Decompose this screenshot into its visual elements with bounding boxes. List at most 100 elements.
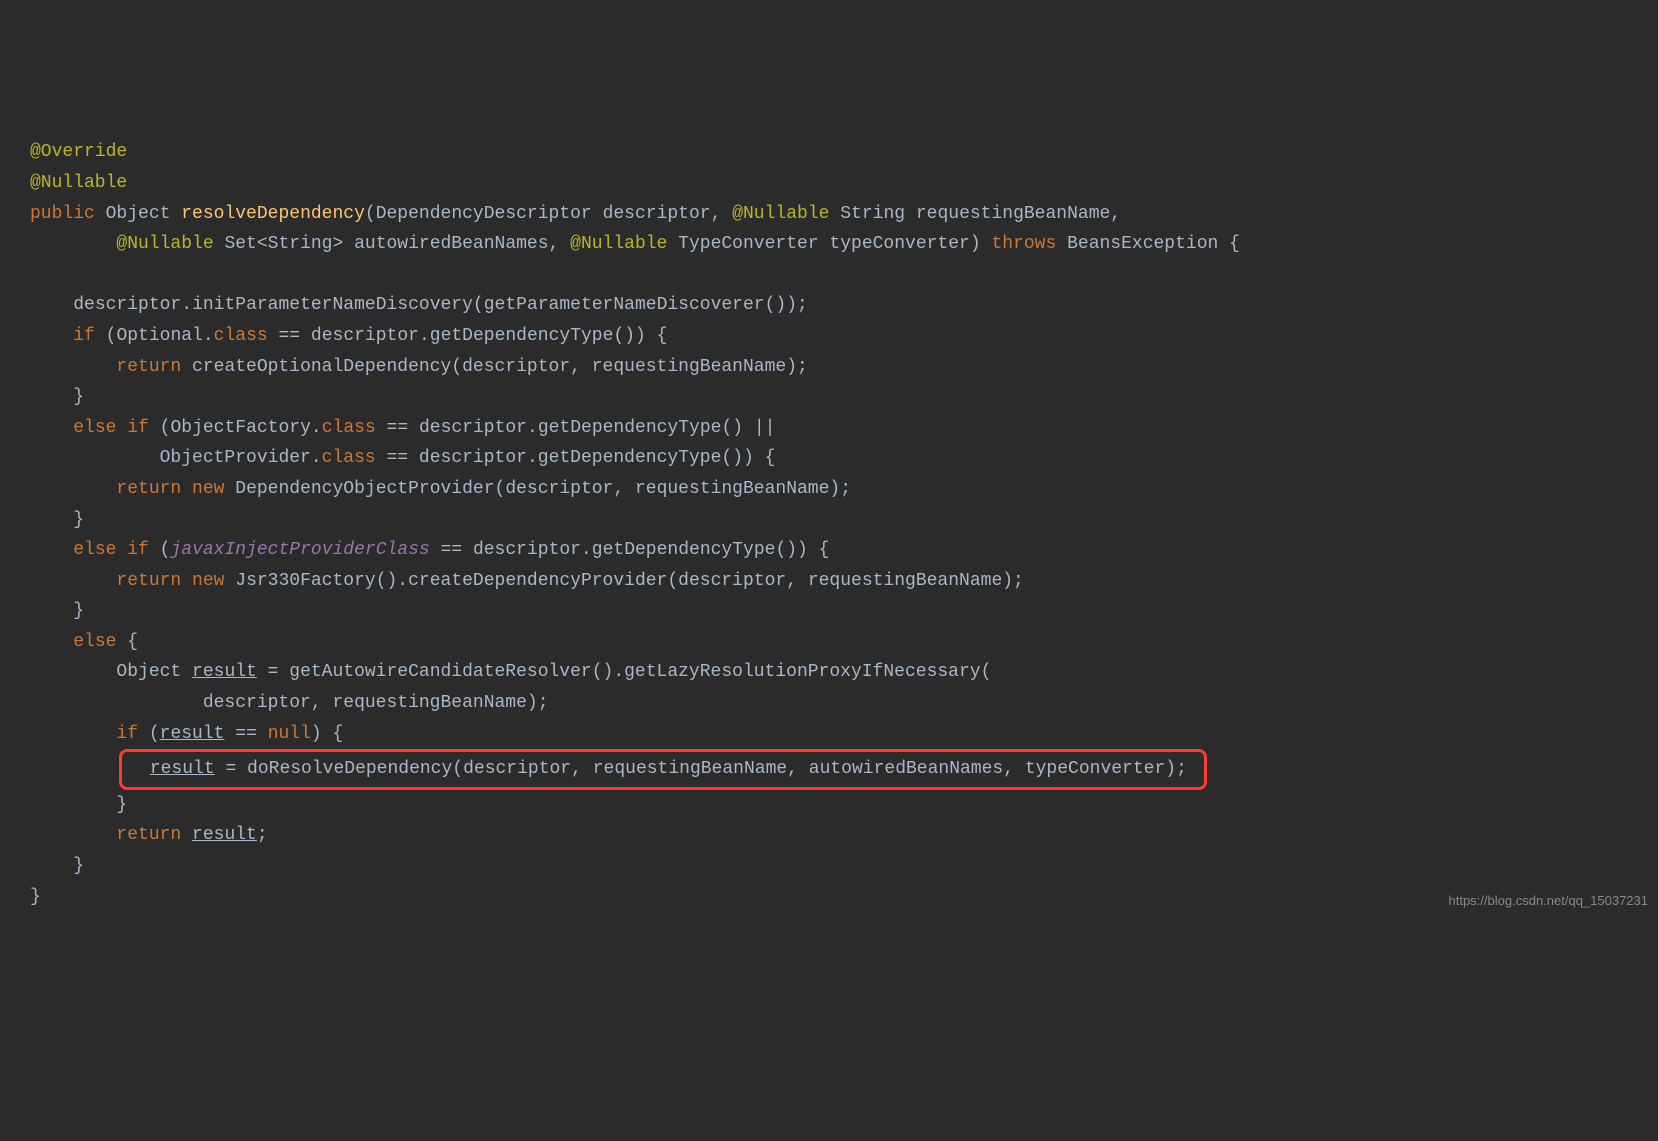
code-line: return new Jsr330Factory().createDepende… <box>30 566 1628 597</box>
var-reqbean: requestingBeanName <box>592 357 786 377</box>
var-descriptor: descriptor <box>462 357 570 377</box>
code-line: Object result = getAutowireCandidateReso… <box>30 657 1628 688</box>
code-line: else if (javaxInjectProviderClass == des… <box>30 535 1628 566</box>
type-depobjprov: DependencyObjectProvider <box>235 479 494 499</box>
var-descriptor: descriptor <box>419 448 527 468</box>
type-object: Object <box>116 662 181 682</box>
method-initparam: initParameterNameDiscovery <box>192 295 473 315</box>
var-reqbean: requestingBeanName <box>808 571 1002 591</box>
type-objprovider: ObjectProvider <box>160 448 311 468</box>
code-line: ObjectProvider.class == descriptor.getDe… <box>30 443 1628 474</box>
var-descriptor: descriptor <box>73 295 181 315</box>
var-descriptor: descriptor <box>419 418 527 438</box>
method-createoptdep: createOptionalDependency <box>192 357 451 377</box>
kw-else: else <box>73 418 116 438</box>
code-line: } <box>30 382 1628 413</box>
param-autowired: autowiredBeanNames <box>354 234 548 254</box>
code-line: return new DependencyObjectProvider(desc… <box>30 474 1628 505</box>
var-result: result <box>192 825 257 845</box>
annotation-nullable: @Nullable <box>30 173 127 193</box>
code-line: if (result == null) { <box>30 719 1628 750</box>
param-typeconv: typeConverter <box>829 234 969 254</box>
kw-public: public <box>30 204 95 224</box>
kw-class: class <box>214 326 268 346</box>
var-result: result <box>160 724 225 744</box>
code-line: } <box>30 882 1628 913</box>
var-descriptor: descriptor <box>678 571 786 591</box>
kw-class: class <box>322 448 376 468</box>
kw-new: new <box>192 479 224 499</box>
method-getdeptype: getDependencyType <box>538 448 722 468</box>
code-line: descriptor, requestingBeanName); <box>30 688 1628 719</box>
op-eq: == <box>387 448 409 468</box>
kw-if: if <box>116 724 138 744</box>
type-string: String <box>268 234 333 254</box>
op-eq: == <box>441 540 463 560</box>
code-line: } <box>30 790 1628 821</box>
annotation-nullable: @Nullable <box>732 204 829 224</box>
var-reqbean: requestingBeanName <box>635 479 829 499</box>
kw-null: null <box>268 724 311 744</box>
method-createdepprov: createDependencyProvider <box>408 571 667 591</box>
var-typeconv: typeConverter <box>1025 759 1165 779</box>
kw-if: if <box>127 418 149 438</box>
highlighted-line: result = doResolveDependency(descriptor,… <box>119 749 1206 790</box>
code-viewer: @Override@Nullablepublic Object resolveD… <box>30 137 1628 912</box>
var-descriptor: descriptor <box>505 479 613 499</box>
var-descriptor: descriptor <box>463 759 571 779</box>
kw-return: return <box>116 825 181 845</box>
type-optional: Optional <box>116 326 202 346</box>
watermark: https://blog.csdn.net/qq_15037231 <box>1449 890 1649 912</box>
method-getlazy: getLazyResolutionProxyIfNecessary <box>624 662 980 682</box>
var-reqbean: requestingBeanName <box>593 759 787 779</box>
code-line: descriptor.initParameterNameDiscovery(ge… <box>30 290 1628 321</box>
kw-class: class <box>322 418 376 438</box>
code-line: } <box>30 505 1628 536</box>
kw-new: new <box>192 571 224 591</box>
code-line: @Override <box>30 137 1628 168</box>
kw-throws: throws <box>991 234 1056 254</box>
code-line: } <box>30 596 1628 627</box>
type-jsr330: Jsr330Factory <box>235 571 375 591</box>
var-descriptor: descriptor <box>473 540 581 560</box>
type-set: Set <box>224 234 256 254</box>
code-line: @Nullable Set<String> autowiredBeanNames… <box>30 229 1628 260</box>
var-result: result <box>150 759 215 779</box>
kw-if: if <box>73 326 95 346</box>
kw-else: else <box>73 632 116 652</box>
code-line: return result; <box>30 820 1628 851</box>
type-depdesc: DependencyDescriptor <box>376 204 592 224</box>
var-autowired: autowiredBeanNames <box>809 759 1003 779</box>
op-eq: == <box>387 418 409 438</box>
type-beansexc: BeansException <box>1067 234 1218 254</box>
method-getparam: getParameterNameDiscoverer <box>484 295 765 315</box>
code-line: else { <box>30 627 1628 658</box>
code-line: public Object resolveDependency(Dependen… <box>30 199 1628 230</box>
param-reqbean: requestingBeanName <box>916 204 1110 224</box>
method-getdeptype: getDependencyType <box>538 418 722 438</box>
op-eq: == <box>279 326 301 346</box>
kw-else: else <box>73 540 116 560</box>
code-line: } <box>30 851 1628 882</box>
annotation-nullable: @Nullable <box>570 234 667 254</box>
type-object: Object <box>106 204 171 224</box>
annotation-override: @Override <box>30 142 127 162</box>
type-string: String <box>840 204 905 224</box>
var-reqbean: requestingBeanName <box>332 693 526 713</box>
var-descriptor: descriptor <box>203 693 311 713</box>
method-doresolve: doResolveDependency <box>247 759 452 779</box>
method-getautowire: getAutowireCandidateResolver <box>289 662 591 682</box>
code-line: else if (ObjectFactory.class == descript… <box>30 413 1628 444</box>
var-result: result <box>192 662 257 682</box>
code-line: if (Optional.class == descriptor.getDepe… <box>30 321 1628 352</box>
code-line: return createOptionalDependency(descript… <box>30 352 1628 383</box>
method-getdeptype: getDependencyType <box>430 326 614 346</box>
type-objfactory: ObjectFactory <box>170 418 310 438</box>
method-getdeptype: getDependencyType <box>592 540 776 560</box>
kw-return: return <box>116 357 181 377</box>
kw-return: return <box>116 571 181 591</box>
op-eq: == <box>235 724 257 744</box>
kw-if: if <box>127 540 149 560</box>
type-typeconv: TypeConverter <box>678 234 818 254</box>
param-descriptor: descriptor <box>603 204 711 224</box>
